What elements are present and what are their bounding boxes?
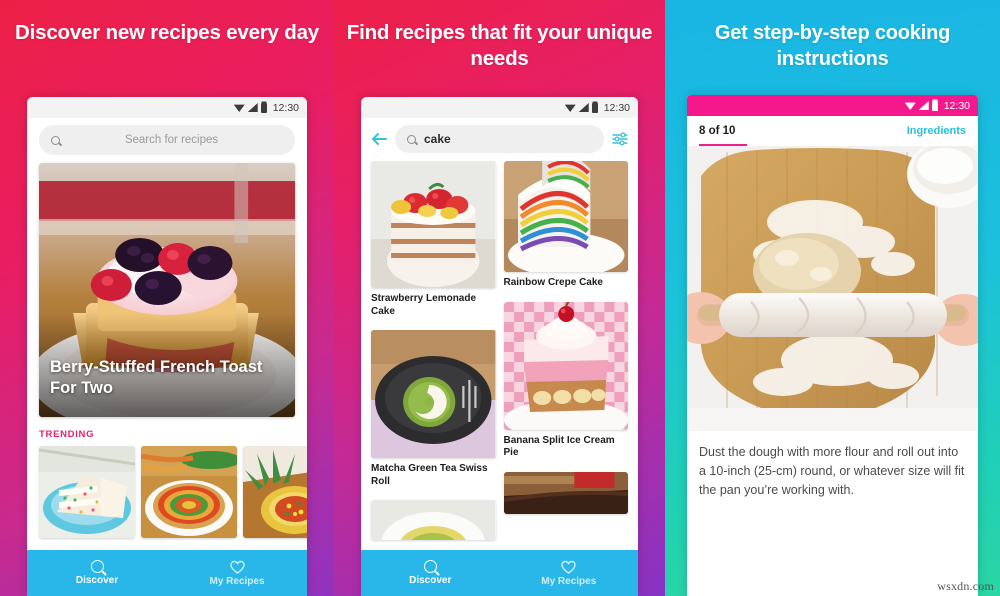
- heart-icon: [561, 560, 576, 574]
- step-instruction-text: Dust the dough with more flour and roll …: [699, 445, 965, 497]
- nav-label-my-recipes: My Recipes: [541, 575, 597, 587]
- search-icon: [90, 560, 104, 573]
- screenshot-stage: Discover new recipes every day 12:30 Sea…: [0, 0, 1000, 596]
- recipe-title: Rainbow Crepe Cake: [503, 277, 603, 288]
- thumbnail-funfetti-cake[interactable]: [39, 446, 135, 538]
- phone-mockup: 12:30 8 of 10 Ingredients Dust the dough…: [687, 95, 978, 596]
- promo-panel-discover: Discover new recipes every day 12:30 Sea…: [0, 0, 334, 596]
- nav-item-discover[interactable]: Discover: [27, 560, 167, 586]
- trending-label: TRENDING: [39, 429, 95, 440]
- hero-recipe-card[interactable]: Berry-Stuffed French Toast For Two: [39, 163, 295, 417]
- step-tab-bar[interactable]: 8 of 10 Ingredients: [687, 116, 978, 146]
- search-row: cake: [361, 118, 638, 161]
- discover-screen: Search for recipes Berry-Stuffed French …: [27, 118, 307, 550]
- battery-icon: [591, 102, 598, 113]
- result-card-partial[interactable]: [503, 471, 628, 514]
- status-bar: 12:30: [361, 97, 638, 118]
- nav-item-my-recipes[interactable]: My Recipes: [500, 560, 639, 587]
- result-card[interactable]: Matcha Green Tea Swiss Roll: [371, 330, 496, 496]
- promo-panel-search: Find recipes that fit your unique needs …: [334, 0, 665, 596]
- result-card[interactable]: Rainbow Crepe Cake: [503, 161, 628, 298]
- recipe-title: Banana Split Ice Cream Pie: [503, 434, 615, 459]
- status-bar: 12:30: [687, 95, 978, 116]
- status-time: 12:30: [943, 99, 970, 112]
- wifi-icon: [233, 104, 245, 112]
- step-image-rolling-dough: [687, 146, 978, 431]
- search-icon: [423, 560, 437, 573]
- recipe-image-rainbow-crepe-cake: [503, 161, 628, 272]
- recipe-image-strawberry-lemonade-cake: [371, 161, 496, 288]
- panel-headline: Find recipes that fit your unique needs: [346, 21, 653, 70]
- wifi-icon: [904, 102, 916, 110]
- signal-icon: [247, 103, 258, 112]
- recipe-image-partial-chocolate-cake: [503, 471, 628, 514]
- status-time: 12:30: [603, 101, 630, 114]
- watermark: wsxdn.com: [937, 579, 994, 593]
- phone-mockup: 12:30 Search for recipes Berry-Stuffed F…: [27, 97, 307, 596]
- tune-icon[interactable]: [612, 132, 628, 146]
- recipe-image-partial-lemon-dish: [371, 500, 496, 540]
- search-icon: [407, 134, 416, 144]
- thumbnail-pineapple-salsa[interactable]: [243, 446, 307, 538]
- panel-headline: Discover new recipes every day: [15, 21, 319, 44]
- nav-label-discover: Discover: [75, 575, 119, 586]
- search-input[interactable]: Search for recipes: [39, 125, 295, 155]
- recipe-title: Matcha Green Tea Swiss Roll: [371, 463, 488, 487]
- thumbnail-vegetable-tart[interactable]: [141, 446, 237, 538]
- results-column-left: Strawberry Lemonade Cake Matcha Green Te…: [371, 161, 496, 550]
- search-input[interactable]: cake: [395, 125, 604, 153]
- bottom-navigation[interactable]: Discover My Recipes: [361, 550, 638, 596]
- nav-item-discover[interactable]: Discover: [361, 560, 500, 586]
- search-results-screen: cake Strawberry Lemonade Cake Matcha Gre…: [361, 118, 638, 550]
- battery-icon: [260, 102, 267, 113]
- promo-panel-steps: Get step-by-step cooking instructions 12…: [665, 0, 1000, 596]
- status-bar: 12:30: [27, 97, 307, 118]
- search-icon: [51, 135, 60, 145]
- trending-thumbnail-row[interactable]: [27, 446, 307, 538]
- result-card[interactable]: Strawberry Lemonade Cake: [371, 161, 496, 326]
- nav-label-discover: Discover: [409, 575, 452, 586]
- recipe-title: Strawberry Lemonade Cake: [371, 293, 477, 317]
- search-placeholder: Search for recipes: [124, 134, 219, 146]
- recipe-image-banana-split-pie: [503, 301, 628, 430]
- bottom-navigation[interactable]: Discover My Recipes: [27, 550, 307, 596]
- panel-headline: Get step-by-step cooking instructions: [714, 22, 951, 70]
- results-column-right: Rainbow Crepe Cake Banana Split Ice Crea…: [503, 161, 628, 550]
- heart-icon: [229, 560, 245, 574]
- results-grid: Strawberry Lemonade Cake Matcha Green Te…: [361, 161, 638, 550]
- search-row: Search for recipes: [27, 118, 307, 163]
- signal-icon: [578, 103, 589, 112]
- status-time: 12:30: [272, 101, 299, 114]
- wifi-icon: [564, 104, 576, 112]
- phone-mockup: 12:30 cake Strawberry Lemonade Cake Matc…: [361, 97, 638, 596]
- signal-icon: [918, 101, 929, 110]
- back-arrow-icon[interactable]: [371, 132, 387, 146]
- result-card-partial[interactable]: [371, 500, 496, 540]
- result-card[interactable]: Banana Split Ice Cream Pie: [503, 301, 628, 468]
- search-value: cake: [424, 132, 451, 146]
- nav-item-my-recipes[interactable]: My Recipes: [167, 560, 307, 587]
- step-instructions-screen: 8 of 10 Ingredients Dust the dough with …: [687, 116, 978, 596]
- hero-title: Berry-Stuffed French Toast For Two: [50, 358, 263, 397]
- tab-step-counter[interactable]: 8 of 10: [699, 125, 735, 137]
- nav-label-my-recipes: My Recipes: [209, 575, 265, 587]
- recipe-image-matcha-swiss-roll: [371, 330, 496, 458]
- tab-ingredients[interactable]: Ingredients: [907, 125, 966, 137]
- battery-icon: [931, 100, 938, 111]
